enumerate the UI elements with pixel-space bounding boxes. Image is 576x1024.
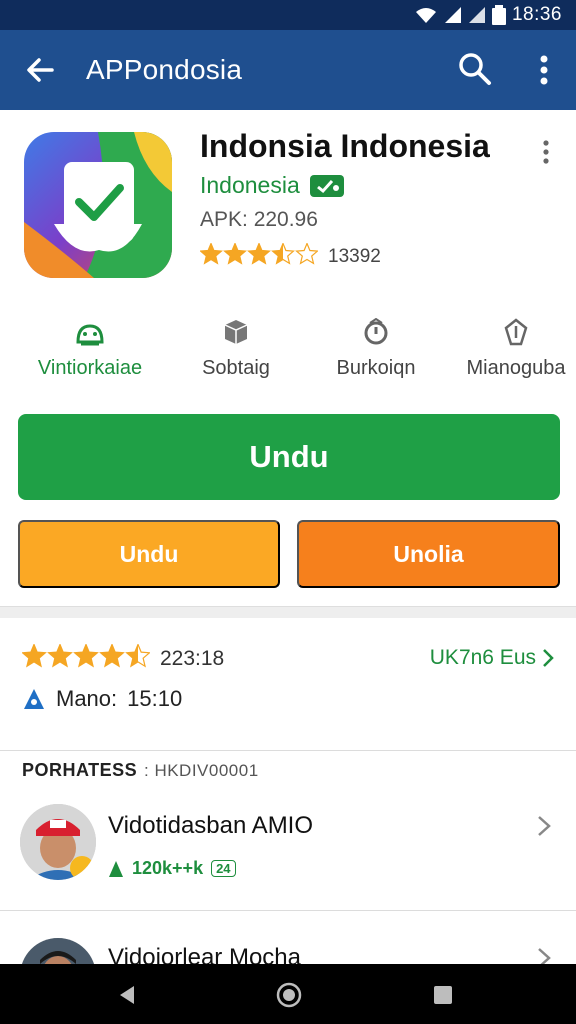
star-fill-icon	[22, 644, 46, 667]
arrow-left-icon[interactable]	[22, 52, 58, 88]
status-bar: 18:36	[0, 0, 576, 30]
install-button[interactable]: Undu	[18, 414, 560, 500]
star-rating	[199, 241, 319, 270]
reviews-link-label[interactable]: UK7n6 Eus	[430, 646, 536, 670]
chevron-right-icon	[538, 816, 551, 836]
search-icon[interactable]	[456, 50, 494, 88]
android-icon	[76, 324, 104, 346]
rating-count: 13392	[328, 245, 381, 267]
battery-icon	[491, 5, 506, 25]
star-fill-icon	[48, 644, 72, 667]
star-fill-icon	[200, 243, 222, 264]
status-time: 18:36	[511, 4, 562, 25]
app-bar-title: APPondosia	[86, 54, 243, 85]
developer-name[interactable]: Indonesia	[200, 172, 300, 199]
section-title: PORHATESS	[22, 760, 138, 780]
video-meta: 120k++k 24	[108, 858, 236, 879]
signal-icon-2	[468, 7, 485, 23]
section-subtitle: : HKDIV00001	[144, 761, 259, 780]
app-icon	[24, 132, 172, 278]
developer[interactable]: Indonesia	[200, 172, 344, 199]
box-icon	[224, 320, 248, 344]
video-badge: 24	[211, 860, 236, 877]
star-icon	[295, 241, 319, 265]
shield-icon	[504, 318, 528, 346]
ratings-value: 223:18	[160, 646, 225, 670]
status-icons: 18:36	[414, 4, 562, 26]
category-label: Sobtaig	[202, 357, 270, 379]
apk-size: APK: 220.96	[200, 208, 318, 231]
ratings-summary: 223:18	[21, 642, 225, 673]
more-vert-icon[interactable]	[536, 138, 556, 166]
reviews-link[interactable]: UK7n6 Eus	[430, 646, 554, 670]
wifi-icon	[415, 8, 436, 23]
secondary-button-right[interactable]: Unolia	[297, 520, 560, 588]
app-bar: APPondosia	[0, 30, 576, 110]
chevron-right-icon	[543, 649, 554, 667]
android-icon	[109, 860, 123, 877]
app-name: Indonsia Indonesia	[200, 128, 490, 164]
signal-icon	[444, 7, 461, 23]
mano-label: Mano:	[56, 686, 118, 711]
more-vert-icon[interactable]	[530, 50, 558, 90]
verified-badge-icon	[309, 174, 344, 197]
mano-value: 15:10	[127, 686, 183, 711]
section-divider	[0, 606, 576, 618]
nav-home-icon[interactable]	[276, 982, 302, 1008]
star-rating	[21, 642, 151, 673]
star-fill-icon	[224, 243, 246, 264]
video-title[interactable]: Vidotidasban AMIO	[108, 812, 313, 840]
category-label: Vintiorkaiae	[37, 357, 143, 379]
category-tab-3[interactable]: Burkoiqn	[306, 317, 446, 380]
navigation-bar	[0, 964, 576, 1024]
video-meta-count: 120k++k	[132, 858, 204, 878]
mano-row: Mano: 15:10	[22, 686, 182, 712]
avatar	[20, 804, 96, 880]
app-rating: 13392	[199, 241, 381, 270]
alert-icon	[364, 317, 388, 345]
category-tab-4[interactable]: Mianoguba	[446, 318, 576, 380]
android-icon	[24, 689, 44, 709]
category-label: Burkoiqn	[336, 357, 416, 379]
star-fill-icon	[248, 243, 270, 264]
category-tab-1[interactable]: Vintiorkaiae	[20, 318, 160, 380]
nav-back-icon[interactable]	[116, 984, 138, 1006]
divider	[0, 750, 576, 751]
star-fill-icon	[74, 644, 98, 667]
star-fill-icon	[100, 644, 124, 667]
category-label: Mianoguba	[466, 357, 566, 379]
nav-recents-icon[interactable]	[432, 984, 454, 1006]
divider	[0, 910, 576, 911]
category-tab-2[interactable]: Sobtaig	[166, 318, 306, 380]
secondary-button-left[interactable]: Undu	[18, 520, 280, 588]
